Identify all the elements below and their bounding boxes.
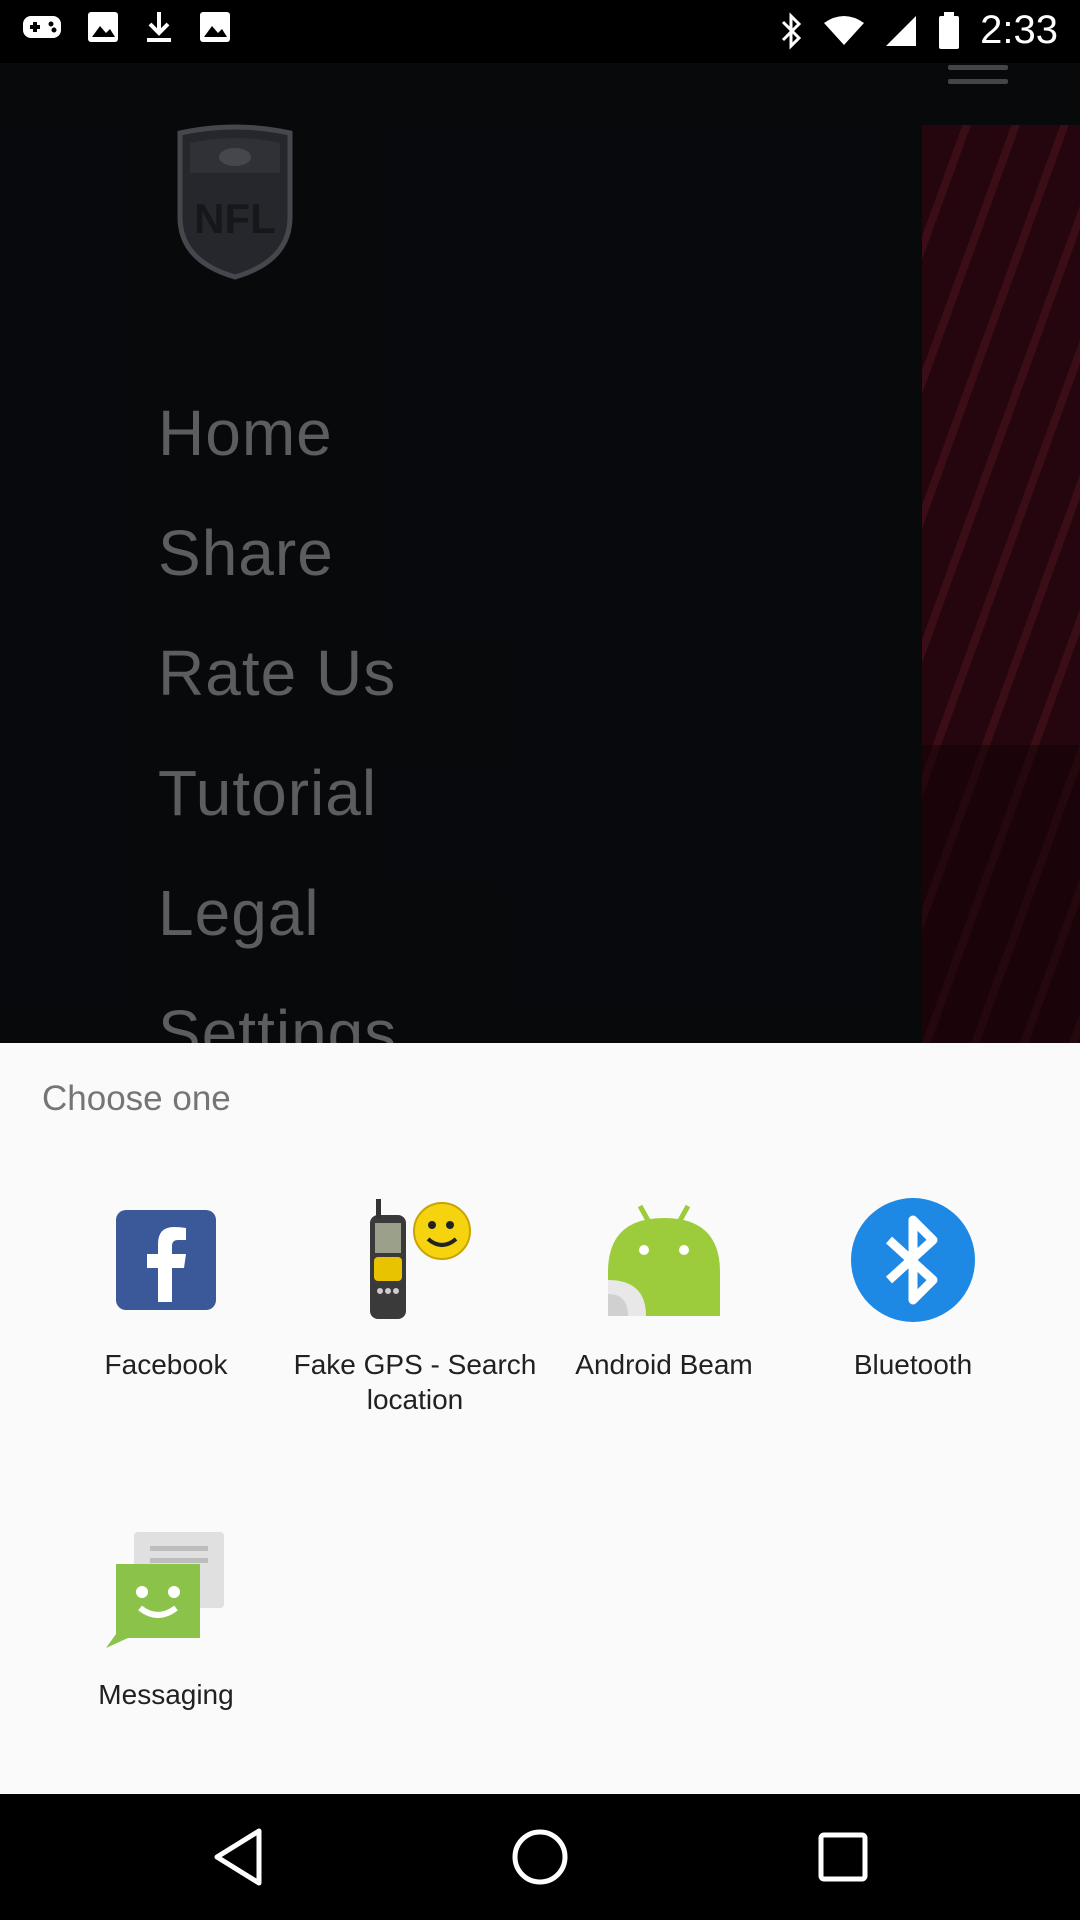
status-time: 2:33 [980, 8, 1058, 52]
back-icon[interactable] [204, 1822, 274, 1892]
notification-icons [22, 10, 232, 44]
wifi-icon [824, 15, 865, 45]
gamepad-icon [23, 16, 61, 38]
scrim[interactable] [0, 63, 1080, 1043]
recents-icon[interactable] [808, 1822, 878, 1892]
system-icons: 2:33 [780, 8, 1058, 53]
app-label: Messaging [98, 1679, 234, 1710]
android-beam-icon [599, 1195, 729, 1325]
navigation-bar [0, 1794, 1080, 1920]
app-option-messaging[interactable]: Messaging [41, 1525, 291, 1712]
signal-icon [886, 15, 917, 46]
app-label: Fake GPS - Search location [293, 1349, 537, 1415]
bluetooth-icon [782, 11, 802, 50]
home-icon[interactable] [505, 1822, 575, 1892]
fake-gps-icon [350, 1195, 480, 1325]
app-option-facebook[interactable]: Facebook [41, 1195, 291, 1382]
bluetooth-icon [848, 1195, 978, 1325]
app-option-fake-gps[interactable]: Fake GPS - Search location [290, 1195, 540, 1417]
status-bar: 2:33 [0, 0, 1080, 63]
facebook-icon [101, 1195, 231, 1325]
app-option-android-beam[interactable]: Android Beam [539, 1195, 789, 1382]
app-label: Bluetooth [853, 1349, 973, 1380]
app-label: Android Beam [575, 1349, 753, 1380]
messaging-icon [101, 1525, 231, 1655]
app-label: Facebook [104, 1349, 228, 1380]
background-app: NFL Home Share Rate Us Tutorial Legal Se… [0, 63, 1080, 1043]
download-icon [147, 12, 171, 42]
image-icon [88, 12, 118, 42]
battery-icon [939, 11, 960, 49]
image-icon [200, 12, 230, 42]
chooser-sheet: Choose one Facebook Fake GPS - Search lo… [0, 1043, 1080, 1794]
app-option-bluetooth[interactable]: Bluetooth [788, 1195, 1038, 1382]
chooser-title: Choose one [42, 1079, 231, 1118]
